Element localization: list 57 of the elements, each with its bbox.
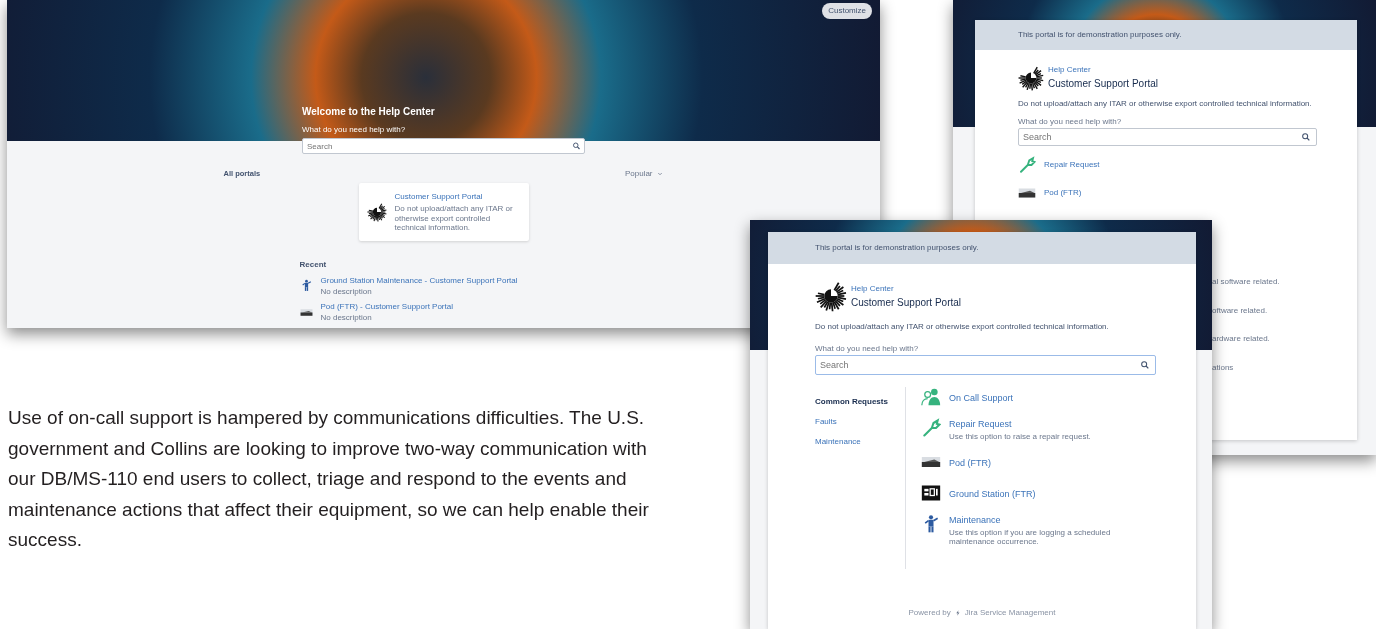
notice-text: This portal is for demonstration purposes only. xyxy=(1018,29,1182,41)
search-field[interactable]: Search xyxy=(302,138,585,154)
portal-card-title: Customer Support Portal xyxy=(394,191,484,203)
request-description: ardware related. xyxy=(1212,334,1271,344)
breadcrumb-link[interactable]: Help Center xyxy=(851,282,962,295)
worker-icon xyxy=(299,279,313,293)
portal-title: Customer Support Portal xyxy=(851,295,962,310)
portal-card[interactable]: Customer Support Portal Do not upload/attach any ITAR or otherwise export controlled technical information. xyxy=(358,183,529,241)
request-type-link[interactable]: On Call Support xyxy=(949,392,1014,406)
request-description: ations xyxy=(1212,362,1235,373)
request-type-link[interactable]: Ground Station (FTR) xyxy=(949,488,1036,502)
request-type-link[interactable]: Pod (FTR) xyxy=(1044,187,1082,200)
chevron-down-icon xyxy=(656,171,663,177)
search-icon xyxy=(572,141,581,151)
search-label: What do you need help with? xyxy=(1018,116,1123,127)
request-group-link[interactable]: Common Requests xyxy=(815,396,906,409)
search-label: What do you need help with? xyxy=(302,124,407,136)
request-type-link[interactable]: Maintenance xyxy=(949,514,1156,528)
wrench-icon xyxy=(921,418,941,439)
breadcrumb-link[interactable]: Help Center xyxy=(1048,64,1159,76)
request-description: al software related. xyxy=(1212,277,1280,287)
welcome-title: Welcome to the Help Center xyxy=(302,105,436,119)
request-group-link[interactable]: Maintenance xyxy=(815,436,906,449)
people-icon xyxy=(921,387,941,408)
search-label: What do you need help with? xyxy=(815,343,920,354)
search-icon xyxy=(1301,132,1311,143)
sort-dropdown[interactable]: Popular xyxy=(623,167,664,181)
logo-icon xyxy=(921,483,941,504)
search-field[interactable]: Search xyxy=(1018,128,1317,147)
body-paragraph: Use of on-call support is hampered by communications difficulties. The U.S. government and Collins are looking to improve two-way communication with our DB/MS-110 end users to collect, triage and respond to the events and maintenance actions that affect their equipment, so we can help enable their success. xyxy=(8,406,650,553)
request-description: Use this option to raise a repair request. xyxy=(949,431,1091,442)
search-icon xyxy=(1140,360,1150,371)
recent-item-description: No description xyxy=(320,313,373,323)
recent-title: Recent xyxy=(299,258,328,271)
sunburst-logo-icon xyxy=(1018,64,1044,91)
warning-text: Do not upload/attach any ITAR or otherwise export controlled technical information. xyxy=(1018,99,1313,109)
request-type-link[interactable]: Pod (FTR) xyxy=(949,457,991,471)
request-description: oftware related. xyxy=(1212,305,1269,316)
portal-title: Customer Support Portal xyxy=(1048,77,1159,91)
sunburst-logo-icon xyxy=(366,201,387,222)
footer-text: Powered by xyxy=(908,607,951,619)
footer-product-name: Jira Service Management xyxy=(964,607,1056,619)
request-group-link[interactable]: Faults xyxy=(815,416,906,429)
recent-item-link[interactable]: Pod (FTR) - Customer Support Portal xyxy=(320,301,453,314)
request-type-link[interactable]: Repair Request xyxy=(1044,159,1100,172)
search-field[interactable]: Search xyxy=(815,355,1156,376)
recent-item-link[interactable]: Ground Station Maintenance - Customer Support Portal xyxy=(320,274,518,287)
lightning-bolt-icon xyxy=(954,610,961,616)
recent-item-description: No description xyxy=(320,286,373,297)
notice-text: This portal is for demonstration purposes only. xyxy=(815,242,979,254)
request-description: Use this option if you are logging a scheduled maintenance occurrence. xyxy=(949,527,1112,547)
wrench-icon xyxy=(1018,156,1036,175)
request-type-link[interactable]: Repair Request xyxy=(949,418,1091,432)
portal-card-description: Do not upload/attach any ITAR or otherwise export controlled technical information. xyxy=(394,204,514,233)
customize-button[interactable]: Customize xyxy=(822,3,872,19)
sunburst-logo-icon xyxy=(815,280,847,312)
warning-text: Do not upload/attach any ITAR or otherwise export controlled technical information. xyxy=(815,322,1110,332)
